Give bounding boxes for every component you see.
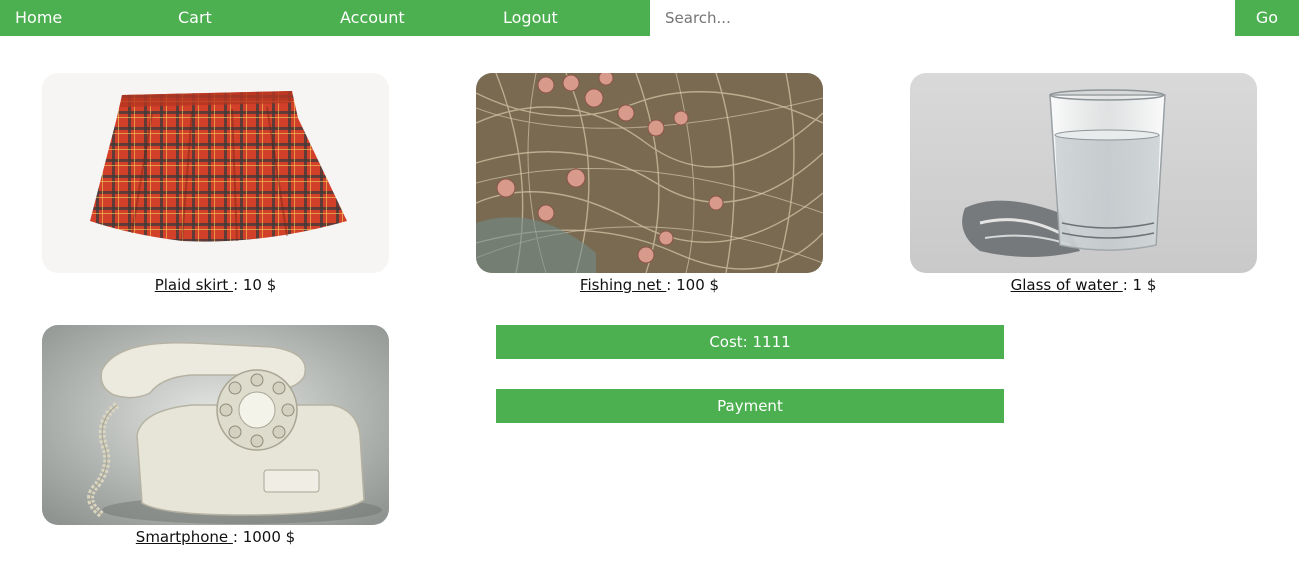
product-price: : 10 $ [233, 276, 277, 294]
product-caption: Smartphone : 1000 $ [42, 527, 389, 547]
product-link-fishing-net[interactable]: Fishing net [580, 276, 666, 294]
search-input[interactable] [650, 0, 1235, 36]
nav-links: Home Cart Account Logout [0, 0, 650, 36]
top-nav: Home Cart Account Logout Go [0, 0, 1299, 36]
glass-of-water-image[interactable] [910, 73, 1257, 273]
product-link-plaid-skirt[interactable]: Plaid skirt [155, 276, 233, 294]
payment-button[interactable]: Payment [496, 389, 1004, 423]
nav-cart-link[interactable]: Cart [178, 0, 212, 36]
product-card-glass-of-water: Glass of water : 1 $ [910, 73, 1257, 295]
nav-account-link[interactable]: Account [340, 0, 405, 36]
product-link-smartphone[interactable]: Smartphone [136, 528, 233, 546]
product-card-plaid-skirt: Plaid skirt : 10 $ [42, 73, 389, 295]
product-price: : 100 $ [666, 276, 720, 294]
plaid-skirt-image[interactable] [42, 73, 389, 273]
nav-logout-link[interactable]: Logout [503, 0, 558, 36]
product-card-smartphone: Smartphone : 1000 $ [42, 325, 389, 547]
nav-home-link[interactable]: Home [15, 0, 62, 36]
smartphone-image[interactable] [42, 325, 389, 525]
product-card-fishing-net: Fishing net : 100 $ [476, 73, 823, 295]
product-link-glass-of-water[interactable]: Glass of water [1011, 276, 1123, 294]
fishing-net-image[interactable] [476, 73, 823, 273]
go-button[interactable]: Go [1235, 0, 1299, 36]
product-price: : 1000 $ [232, 528, 296, 546]
product-price: : 1 $ [1122, 276, 1157, 294]
cost-display: Cost: 1111 [496, 325, 1004, 359]
product-caption: Plaid skirt : 10 $ [42, 275, 389, 295]
product-caption: Glass of water : 1 $ [910, 275, 1257, 295]
product-caption: Fishing net : 100 $ [476, 275, 823, 295]
